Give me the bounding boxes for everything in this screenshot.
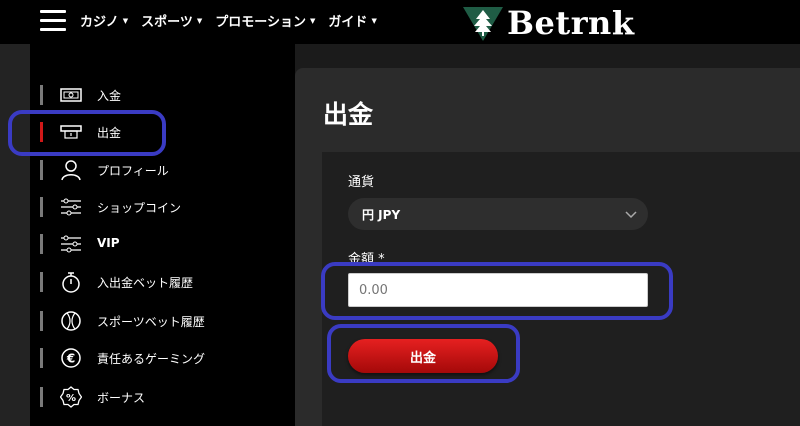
logo-wordmark: Betrnk	[507, 4, 635, 42]
sliders-icon	[60, 196, 82, 218]
site-logo[interactable]: Betrnk	[463, 4, 634, 42]
sidebar-item-label: VIP	[97, 236, 120, 250]
percent-badge-icon: %	[60, 386, 82, 408]
nav-sports[interactable]: スポーツ ▼	[141, 11, 202, 30]
caret-down-icon: ▼	[371, 16, 377, 25]
main-nav: カジノ ▼ スポーツ ▼ プロモーション ▼ ガイド ▼	[80, 11, 390, 30]
top-header: カジノ ▼ スポーツ ▼ プロモーション ▼ ガイド ▼ Betrnk	[0, 0, 800, 44]
amount-input[interactable]	[348, 273, 648, 307]
chevron-down-icon	[625, 211, 637, 219]
svg-text:%: %	[66, 393, 76, 404]
nav-casino[interactable]: カジノ ▼	[80, 11, 128, 30]
withdraw-panel: 出金 通貨 円 JPY 金額 * 出金	[295, 68, 800, 426]
sidebar-item-label: 入出金ベット履歴	[97, 276, 194, 290]
account-sidebar: 入金 出金 プロフィール ショップコイン VIP 入出金ベット履歴 スポーツベッ…	[30, 44, 295, 426]
currency-label: 通貨	[348, 175, 375, 190]
caret-down-icon: ▼	[310, 16, 316, 25]
sidebar-item-label: ショップコイン	[97, 201, 182, 215]
sidebar-item-label: 責任あるゲーミング	[97, 352, 206, 366]
atm-withdraw-icon	[60, 121, 82, 143]
hamburger-menu-icon[interactable]	[40, 9, 66, 33]
sidebar-item-deposit[interactable]: 入金	[40, 80, 290, 110]
currency-select[interactable]: 円 JPY	[348, 198, 648, 230]
sidebar-item-label: プロフィール	[97, 164, 169, 178]
tree-triangle-logo-icon	[463, 7, 503, 41]
euro-coin-icon: €	[60, 347, 82, 369]
svg-text:€: €	[66, 352, 75, 366]
caret-down-icon: ▼	[196, 16, 203, 25]
sidebar-item-label: ボーナス	[97, 391, 146, 405]
withdraw-form: 通貨 円 JPY 金額 * 出金	[322, 152, 800, 426]
sidebar-item-label: スポーツベット履歴	[97, 315, 205, 329]
sidebar-item-vip[interactable]: VIP	[40, 229, 290, 259]
withdraw-button[interactable]: 出金	[348, 339, 498, 373]
sliders-icon	[60, 233, 82, 255]
page-title: 出金	[323, 100, 374, 129]
page-background-strip	[0, 44, 30, 426]
stopwatch-icon	[60, 271, 82, 293]
sidebar-item-label: 出金	[97, 126, 122, 140]
sidebar-item-shop-coin[interactable]: ショップコイン	[40, 192, 290, 222]
user-icon	[60, 159, 82, 181]
sidebar-item-label: 入金	[97, 89, 122, 103]
ball-icon	[60, 310, 82, 332]
sidebar-item-responsible-gaming[interactable]: € 責任あるゲーミング	[40, 343, 290, 373]
nav-promotions[interactable]: プロモーション ▼	[215, 11, 315, 30]
currency-selected-value: 円 JPY	[362, 208, 401, 222]
amount-label: 金額 *	[348, 252, 385, 267]
sidebar-item-transaction-history[interactable]: 入出金ベット履歴	[40, 267, 290, 297]
sidebar-item-sports-bet-history[interactable]: スポーツベット履歴	[40, 306, 290, 336]
nav-guide[interactable]: ガイド ▼	[328, 11, 376, 30]
cash-icon	[60, 84, 82, 106]
active-indicator	[40, 122, 43, 142]
sidebar-item-profile[interactable]: プロフィール	[40, 155, 290, 185]
sidebar-item-withdraw[interactable]: 出金	[40, 117, 290, 147]
caret-down-icon: ▼	[122, 16, 129, 25]
sidebar-item-bonus[interactable]: % ボーナス	[40, 382, 290, 412]
